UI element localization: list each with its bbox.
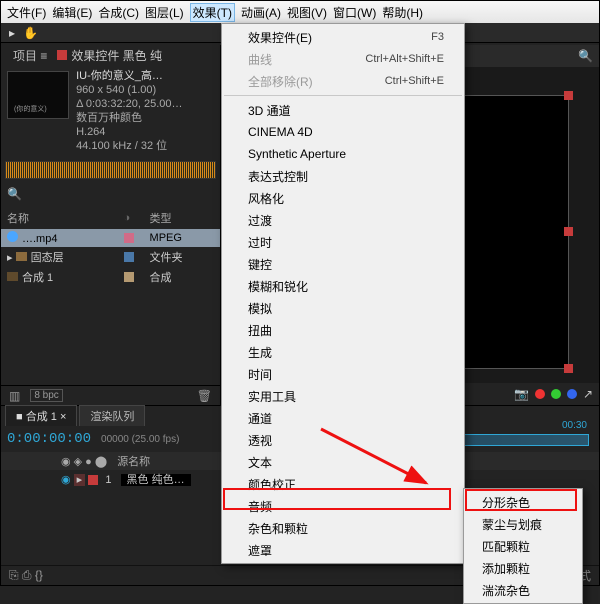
row-type: 文件夹 bbox=[144, 247, 220, 267]
bpc-badge[interactable]: 8 bpc bbox=[30, 389, 62, 402]
effects-menu: 效果控件(E)F3 曲线Ctrl+Alt+Shift+E 全部移除(R)Ctrl… bbox=[221, 23, 465, 564]
menu-keying[interactable]: 键控 bbox=[222, 253, 464, 275]
menu-stylize[interactable]: 风格化 bbox=[222, 187, 464, 209]
search-icon[interactable]: 🔍 bbox=[578, 49, 593, 63]
menu-edit[interactable]: 编辑(E) bbox=[52, 4, 92, 21]
menu-3d-channel[interactable]: 3D 通道 bbox=[222, 99, 464, 121]
menu-distort[interactable]: 扭曲 bbox=[222, 319, 464, 341]
menu-effect-controls[interactable]: 效果控件(E)F3 bbox=[222, 26, 464, 48]
row-type: 合成 bbox=[144, 267, 220, 287]
project-thumbnail[interactable] bbox=[7, 71, 69, 119]
layer-index: 1 bbox=[105, 474, 111, 486]
menu-simulation[interactable]: 模拟 bbox=[222, 297, 464, 319]
sub-dust-scratches[interactable]: 蒙尘与划痕 bbox=[464, 513, 582, 535]
project-list: 名称 ◑ 类型 ….mp4 MPEG ▸ 固态层 文件夹 合成 1 合成 bbox=[1, 207, 220, 287]
noise-submenu: 分形杂色 蒙尘与划痕 匹配颗粒 添加颗粒 湍流杂色 bbox=[463, 488, 583, 604]
tl-footer-icons[interactable]: ⎘ ⎙ {} bbox=[9, 568, 43, 583]
col-source[interactable]: 源名称 bbox=[117, 453, 150, 469]
project-item-colors: 数百万种颜色 bbox=[76, 111, 182, 125]
tab-comp1[interactable]: ■ 合成 1 × bbox=[5, 405, 77, 426]
camera-icon[interactable]: 📷 bbox=[514, 387, 529, 401]
row-name: ….mp4 bbox=[22, 233, 57, 245]
project-item-title: IU-你的意义_高… bbox=[76, 69, 182, 83]
menu-window[interactable]: 窗口(W) bbox=[333, 4, 376, 21]
menu-synthetic[interactable]: Synthetic Aperture bbox=[222, 143, 464, 165]
menu-composition[interactable]: 合成(C) bbox=[98, 4, 139, 21]
menu-view[interactable]: 视图(V) bbox=[287, 4, 327, 21]
menu-remove-all[interactable]: 全部移除(R)Ctrl+Shift+E bbox=[222, 70, 464, 92]
project-item-duration: Δ 0:03:32:20, 25.00… bbox=[76, 97, 182, 111]
menu-utility[interactable]: 实用工具 bbox=[222, 385, 464, 407]
table-row[interactable]: ▸ 固态层 文件夹 bbox=[1, 247, 220, 267]
hand-tool-icon[interactable]: ✋ bbox=[23, 26, 38, 40]
menu-cinema4d[interactable]: CINEMA 4D bbox=[222, 121, 464, 143]
audio-waveform bbox=[5, 161, 216, 179]
color-blue-icon[interactable] bbox=[567, 389, 577, 399]
project-footer: ▥ 8 bpc 🗑 bbox=[1, 385, 220, 405]
effect-controls-tab[interactable]: 效果控件 黑色 纯 bbox=[71, 47, 162, 64]
project-item-size: 960 x 540 (1.00) bbox=[76, 83, 182, 97]
sub-match-grain[interactable]: 匹配颗粒 bbox=[464, 535, 582, 557]
row-type: MPEG bbox=[144, 229, 220, 247]
folder-icon bbox=[16, 252, 27, 261]
menu-matte[interactable]: 遮罩 bbox=[222, 539, 464, 561]
project-item-meta: IU-你的意义_高… 960 x 540 (1.00) Δ 0:03:32:20… bbox=[76, 69, 182, 153]
tab-render-queue[interactable]: 渲染队列 bbox=[79, 405, 145, 426]
transform-handle[interactable] bbox=[564, 227, 573, 236]
fps-label: 00000 (25.00 fps) bbox=[101, 434, 179, 445]
color-red-icon[interactable] bbox=[535, 389, 545, 399]
menu-file[interactable]: 文件(F) bbox=[7, 4, 46, 21]
comp-icon bbox=[7, 272, 18, 281]
selection-tool-icon[interactable]: ▸ bbox=[9, 26, 15, 40]
menu-layer[interactable]: 图层(L) bbox=[145, 4, 184, 21]
menu-effect[interactable]: 效果(T) bbox=[190, 3, 235, 22]
menu-transition[interactable]: 过渡 bbox=[222, 209, 464, 231]
col-type[interactable]: 类型 bbox=[144, 207, 220, 229]
menu-noise-grain[interactable]: 杂色和颗粒 bbox=[222, 517, 464, 539]
menu-color-correct[interactable]: 颜色校正 bbox=[222, 473, 464, 495]
row-name: 固态层 bbox=[31, 252, 64, 264]
mpeg-icon bbox=[7, 231, 18, 242]
menu-perspective[interactable]: 透视 bbox=[222, 429, 464, 451]
menu-obsolete[interactable]: 过时 bbox=[222, 231, 464, 253]
menubar: 文件(F) 编辑(E) 合成(C) 图层(L) 效果(T) 动画(A) 视图(V… bbox=[1, 1, 599, 23]
label-color-icon[interactable]: ◑ bbox=[124, 212, 131, 224]
project-item-audio: 44.100 kHz / 32 位 bbox=[76, 139, 182, 153]
table-row[interactable]: 合成 1 合成 bbox=[1, 267, 220, 287]
menu-curves[interactable]: 曲线Ctrl+Alt+Shift+E bbox=[222, 48, 464, 70]
menu-animation[interactable]: 动画(A) bbox=[241, 4, 281, 21]
project-tab[interactable]: 项目 ≡ bbox=[7, 44, 53, 67]
sub-turbulent-noise[interactable]: 湍流杂色 bbox=[464, 579, 582, 601]
table-row[interactable]: ….mp4 MPEG bbox=[1, 229, 220, 247]
color-green-icon[interactable] bbox=[551, 389, 561, 399]
transform-handle[interactable] bbox=[564, 364, 573, 373]
menu-channel[interactable]: 通道 bbox=[222, 407, 464, 429]
menu-text[interactable]: 文本 bbox=[222, 451, 464, 473]
search-icon[interactable]: 🔍 bbox=[7, 187, 22, 201]
record-icon bbox=[57, 50, 67, 60]
menu-expression[interactable]: 表达式控制 bbox=[222, 165, 464, 187]
menu-time[interactable]: 时间 bbox=[222, 363, 464, 385]
label-swatch bbox=[124, 233, 134, 243]
menu-help[interactable]: 帮助(H) bbox=[382, 4, 423, 21]
trash-icon[interactable]: 🗑 bbox=[197, 389, 212, 403]
col-name[interactable]: 名称 bbox=[1, 207, 118, 229]
current-time[interactable]: 0:00:00:00 bbox=[7, 431, 91, 447]
row-name: 合成 1 bbox=[22, 272, 53, 284]
sub-add-grain[interactable]: 添加颗粒 bbox=[464, 557, 582, 579]
project-panel: 项目 ≡ 效果控件 黑色 纯 IU-你的意义_高… 960 x 540 (1.0… bbox=[1, 45, 221, 405]
label-swatch bbox=[88, 475, 98, 485]
menu-generate[interactable]: 生成 bbox=[222, 341, 464, 363]
project-item-codec: H.264 bbox=[76, 125, 182, 139]
layer-name: 黑色 纯色… bbox=[121, 474, 191, 486]
menu-audio[interactable]: 音频 bbox=[222, 495, 464, 517]
label-swatch bbox=[124, 272, 134, 282]
ruler-end: 00:30 bbox=[562, 420, 587, 431]
new-comp-icon[interactable]: ▥ bbox=[9, 389, 20, 403]
sub-fractal-noise[interactable]: 分形杂色 bbox=[464, 491, 582, 513]
transform-handle[interactable] bbox=[564, 91, 573, 100]
menu-blur[interactable]: 模糊和锐化 bbox=[222, 275, 464, 297]
label-swatch bbox=[124, 252, 134, 262]
expand-icon[interactable]: ↗ bbox=[583, 387, 593, 401]
